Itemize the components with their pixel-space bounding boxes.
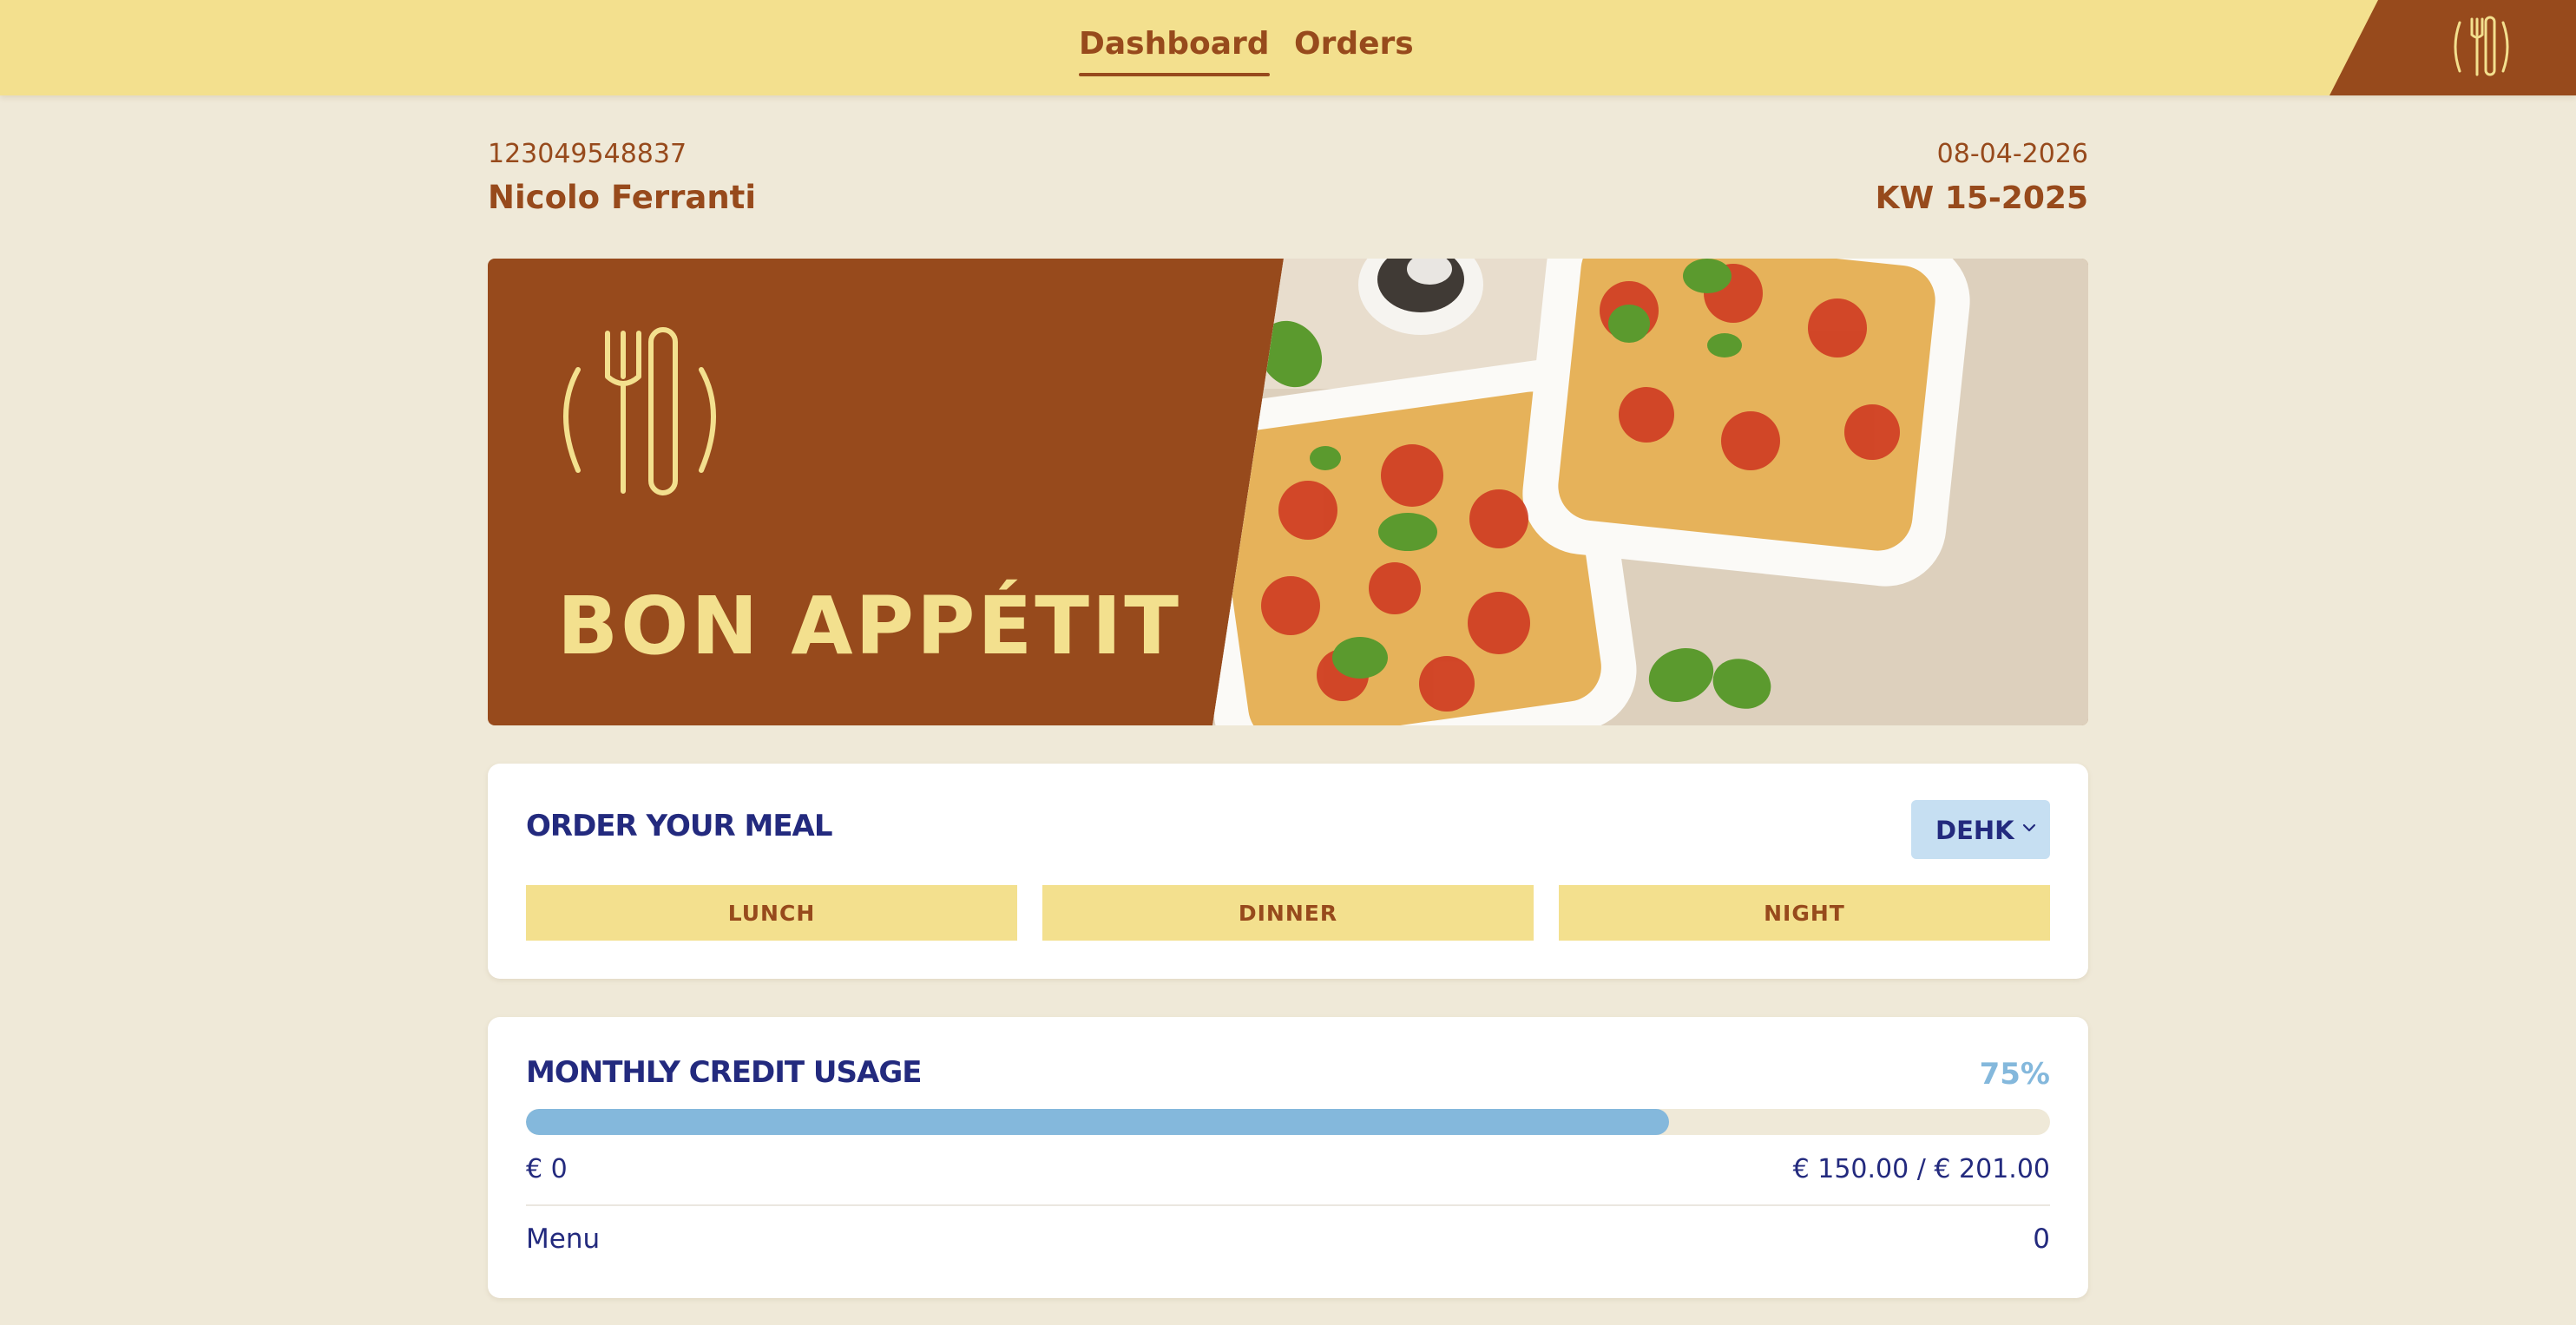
tab-orders[interactable]: Orders — [1294, 26, 1414, 76]
credit-percent: 75% — [1979, 1057, 2050, 1092]
credit-usage-card: MONTHLY CREDIT USAGE 75% € 0 € 150.00 / … — [488, 1017, 2088, 1298]
menu-label: Menu — [526, 1223, 601, 1255]
customer-id: 123049548837 — [488, 139, 687, 169]
order-meal-card: ORDER YOUR MEAL DEHK LUNCH DINNER NIGHT — [488, 764, 2088, 979]
menu-count: 0 — [2033, 1223, 2050, 1255]
credit-progress-fill — [526, 1109, 1669, 1135]
tab-dashboard[interactable]: Dashboard — [1079, 26, 1270, 76]
chevron-down-icon — [2022, 823, 2036, 832]
main-nav: Dashboard Orders — [0, 0, 2576, 95]
divider — [526, 1204, 2050, 1206]
night-button[interactable]: NIGHT — [1559, 885, 2050, 941]
welcome-banner: BON APPÉTIT — [488, 259, 2088, 725]
cutlery-icon — [2454, 16, 2509, 76]
credit-usage-label: € 150.00 / € 201.00 — [1792, 1154, 2050, 1184]
lunch-button[interactable]: LUNCH — [526, 885, 1017, 941]
location-select-value: DEHK — [1935, 816, 2014, 845]
dinner-button[interactable]: DINNER — [1042, 885, 1534, 941]
banner-title: BON APPÉTIT — [557, 580, 1182, 672]
credit-min-label: € 0 — [526, 1154, 568, 1184]
current-date: 08-04-2026 — [1936, 139, 2088, 169]
top-bar: Dashboard Orders — [0, 0, 2576, 95]
customer-name: Nicolo Ferranti — [488, 179, 757, 216]
lasagna-dishes-photo — [1212, 259, 2088, 725]
calendar-week: KW 15-2025 — [1875, 180, 2088, 216]
cutlery-icon — [563, 327, 716, 495]
food-illustration — [1212, 259, 2088, 725]
credit-progress-bar — [526, 1109, 2050, 1135]
credit-card-title: MONTHLY CREDIT USAGE — [526, 1055, 922, 1090]
location-select[interactable]: DEHK — [1911, 800, 2050, 859]
order-card-title: ORDER YOUR MEAL — [526, 809, 833, 843]
